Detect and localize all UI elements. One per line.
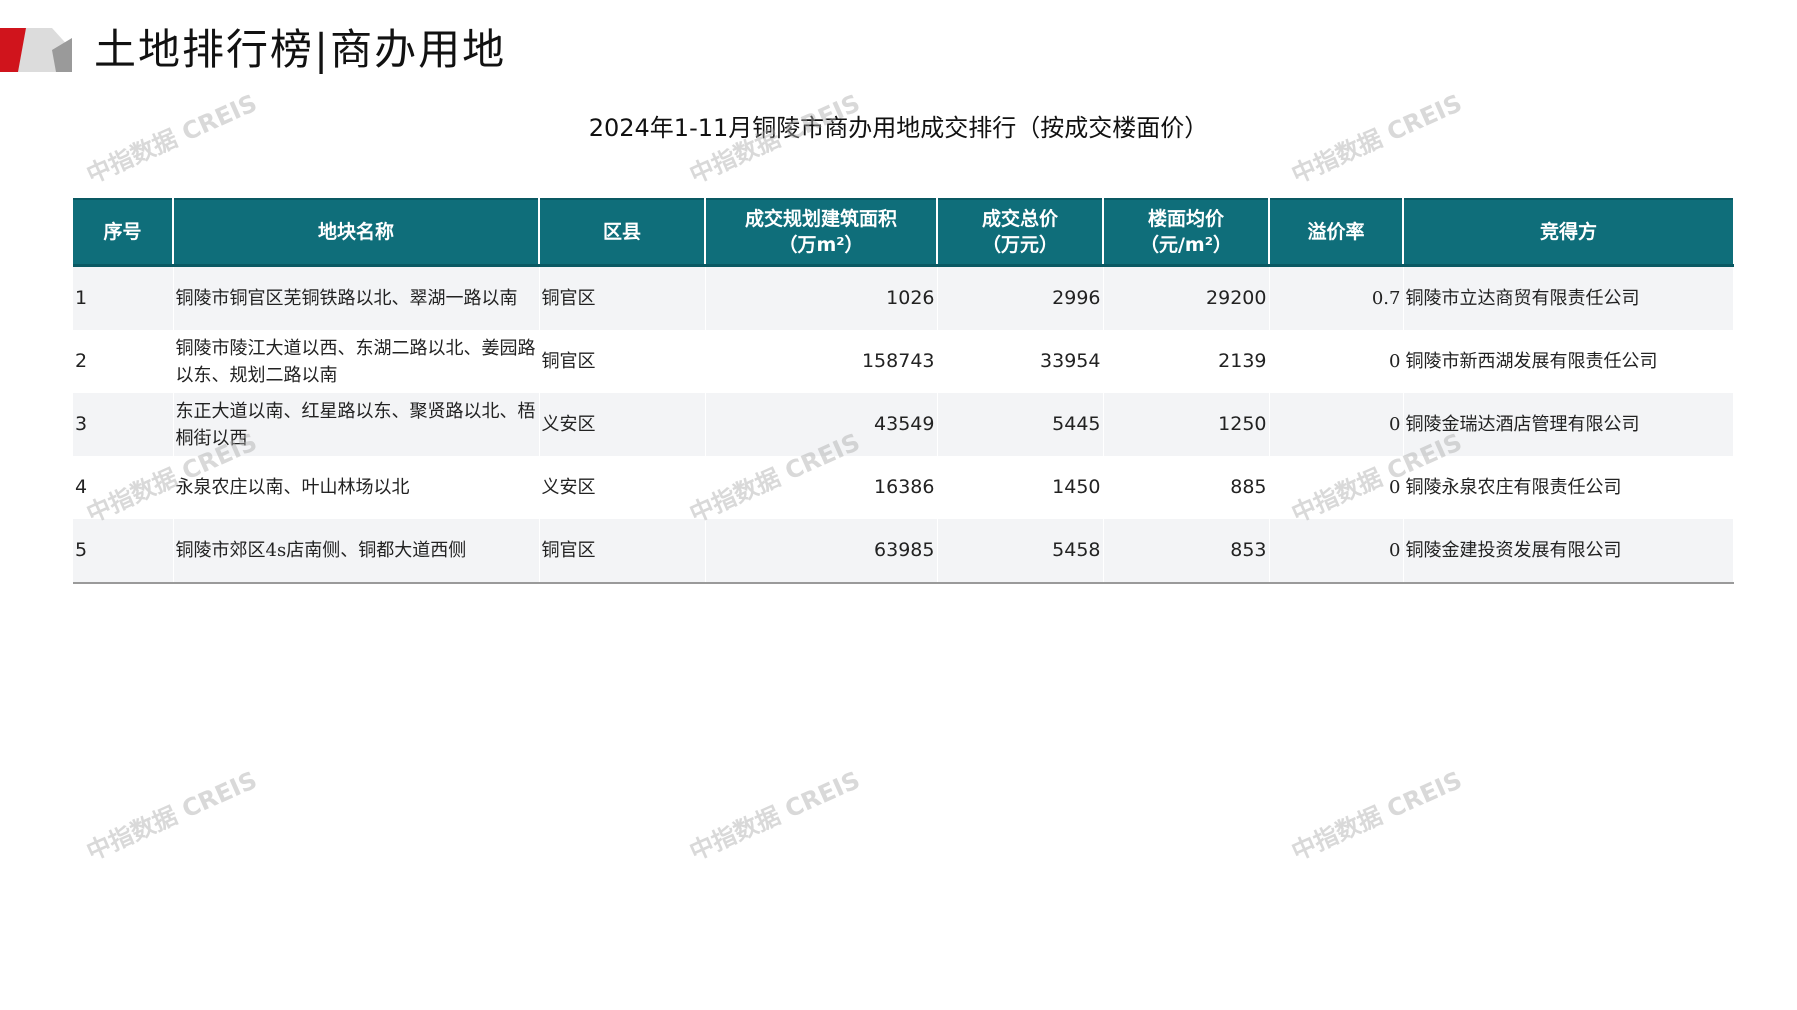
cell-total: 1450 [937,456,1104,519]
page-title: 土地排行榜|商办用地 [94,25,507,74]
cell-premium: 0 [1269,393,1404,456]
cell-price: 2139 [1103,330,1270,393]
column-header-price: 楼面均价 （元/m²） [1103,198,1270,267]
cell-price: 853 [1103,519,1270,584]
cell-district: 铜官区 [539,519,706,584]
cell-name: 铜陵市铜官区芜铜铁路以北、翠湖一路以南 [173,265,540,330]
cell-name: 永泉农庄以南、叶山林场以北 [173,456,540,519]
ranking-table: 序号 地块名称 区县 成交规划建筑面积 （万m²） 成交总价 （万元） 楼面均价… [73,198,1734,584]
cell-rank: 5 [73,519,174,584]
cell-name: 铜陵市郊区4s店南侧、铜都大道西侧 [173,519,540,584]
cell-premium: 0 [1269,519,1404,584]
cell-name: 铜陵市陵江大道以西、东湖二路以北、姜园路以东、规划二路以南 [173,330,540,393]
cell-area: 43549 [705,393,938,456]
cell-rank: 4 [73,456,174,519]
table-row: 4 永泉农庄以南、叶山林场以北 义安区 16386 1450 885 0 铜陵永… [73,456,1734,519]
cell-rank: 1 [73,265,174,330]
column-header-area: 成交规划建筑面积 （万m²） [705,198,938,267]
table-row: 2 铜陵市陵江大道以西、东湖二路以北、姜园路以东、规划二路以南 铜官区 1587… [73,330,1734,393]
cell-name: 东正大道以南、红星路以东、聚贤路以北、梧桐街以西 [173,393,540,456]
watermark: 中指数据 CREIS [1287,766,1467,867]
cell-area: 158743 [705,330,938,393]
cell-area: 16386 [705,456,938,519]
column-header-rank: 序号 [73,198,174,267]
table-header-row: 序号 地块名称 区县 成交规划建筑面积 （万m²） 成交总价 （万元） 楼面均价… [73,198,1733,267]
cell-area: 63985 [705,519,938,584]
brand-logo-icon [0,28,72,72]
table-row: 3 东正大道以南、红星路以东、聚贤路以北、梧桐街以西 义安区 43549 544… [73,393,1734,456]
cell-price: 885 [1103,456,1270,519]
cell-winner: 铜陵永泉农庄有限责任公司 [1403,456,1734,519]
cell-winner: 铜陵市新西湖发展有限责任公司 [1403,330,1734,393]
cell-premium: 0.7 [1269,265,1404,330]
column-header-district: 区县 [539,198,706,267]
cell-district: 铜官区 [539,330,706,393]
cell-district: 义安区 [539,456,706,519]
cell-premium: 0 [1269,456,1404,519]
cell-total: 5458 [937,519,1104,584]
cell-price: 1250 [1103,393,1270,456]
cell-total: 5445 [937,393,1104,456]
cell-area: 1026 [705,265,938,330]
cell-rank: 3 [73,393,174,456]
table-title: 2024年1-11月铜陵市商办用地成交排行（按成交楼面价） [588,114,1209,142]
cell-premium: 0 [1269,330,1404,393]
table-row: 1 铜陵市铜官区芜铜铁路以北、翠湖一路以南 铜官区 1026 2996 2920… [73,265,1734,330]
column-header-winner: 竞得方 [1403,198,1733,267]
cell-total: 33954 [937,330,1104,393]
column-header-total: 成交总价 （万元） [937,198,1104,267]
column-header-name: 地块名称 [173,198,540,267]
cell-rank: 2 [73,330,174,393]
cell-winner: 铜陵市立达商贸有限责任公司 [1403,265,1734,330]
cell-district: 铜官区 [539,265,706,330]
column-header-premium: 溢价率 [1269,198,1404,267]
cell-total: 2996 [937,265,1104,330]
cell-price: 29200 [1103,265,1270,330]
table-row: 5 铜陵市郊区4s店南侧、铜都大道西侧 铜官区 63985 5458 853 0… [73,519,1734,584]
watermark: 中指数据 CREIS [685,766,865,867]
watermark: 中指数据 CREIS [82,766,262,867]
cell-winner: 铜陵金建投资发展有限公司 [1403,519,1734,584]
cell-winner: 铜陵金瑞达酒店管理有限公司 [1403,393,1734,456]
cell-district: 义安区 [539,393,706,456]
